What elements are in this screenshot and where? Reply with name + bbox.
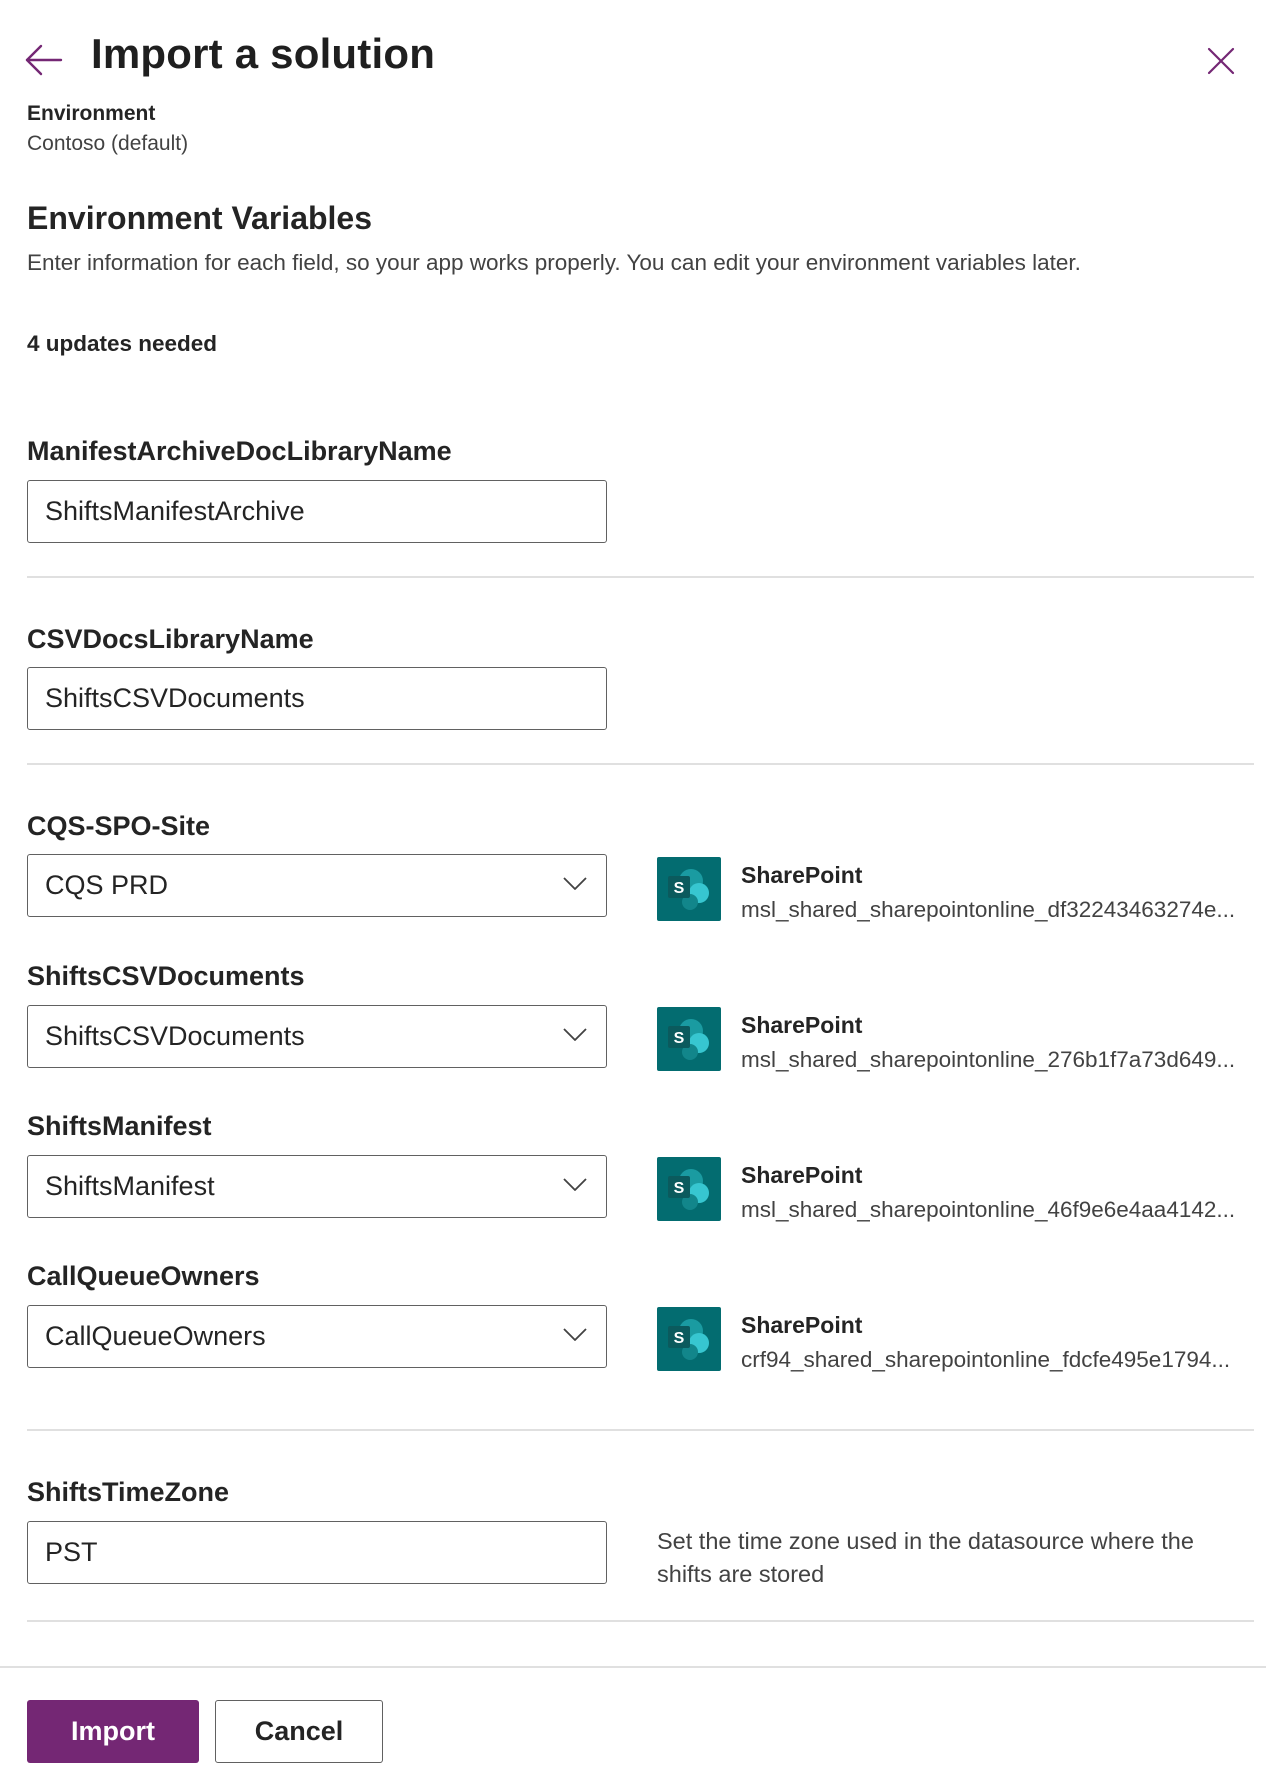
back-arrow-icon[interactable] — [24, 42, 64, 78]
chevron-down-icon — [563, 1178, 587, 1191]
chevron-down-icon — [563, 877, 587, 890]
connection-name: SharePoint — [741, 1312, 863, 1338]
divider — [27, 1620, 1254, 1622]
manifest-archive-input[interactable] — [28, 481, 606, 542]
chevron-down-icon — [563, 1328, 587, 1341]
csv-docs-library-input-box — [27, 667, 607, 730]
sharepoint-icon: S — [657, 1157, 721, 1221]
field-label-shifts-csv-documents: ShiftsCSVDocuments — [27, 961, 305, 991]
sharepoint-icon: S — [657, 1307, 721, 1371]
environment-label: Environment — [27, 102, 156, 125]
connection-name: SharePoint — [741, 862, 863, 888]
close-icon[interactable] — [1204, 44, 1238, 78]
connection-name: SharePoint — [741, 1162, 863, 1188]
dropdown-value: CallQueueOwners — [45, 1321, 266, 1351]
shifts-time-zone-input-box — [27, 1521, 607, 1584]
connection-id: msl_shared_sharepointonline_276b1f7a73d6… — [741, 1047, 1236, 1072]
field-label-csv-docs-library: CSVDocsLibraryName — [27, 624, 314, 654]
connection-id: msl_shared_sharepointonline_df3224346327… — [741, 897, 1236, 922]
divider — [27, 576, 1254, 578]
footer-divider — [0, 1666, 1266, 1668]
chevron-down-icon — [563, 1028, 587, 1041]
dropdown-value: ShiftsCSVDocuments — [45, 1021, 305, 1051]
updates-needed-count: 4 updates needed — [27, 331, 218, 356]
csv-docs-library-input[interactable] — [28, 668, 606, 729]
connection-id: crf94_shared_sharepointonline_fdcfe495e1… — [741, 1347, 1231, 1372]
svg-text:S: S — [674, 1030, 685, 1047]
dropdown-value: ShiftsManifest — [45, 1171, 215, 1201]
field-label-shifts-time-zone: ShiftsTimeZone — [27, 1477, 230, 1507]
connection-id: msl_shared_sharepointonline_46f9e6e4aa41… — [741, 1197, 1236, 1222]
connection-name: SharePoint — [741, 1012, 863, 1038]
divider — [27, 763, 1254, 765]
shifts-manifest-dropdown[interactable]: ShiftsManifest — [27, 1155, 607, 1218]
shifts-time-zone-input[interactable] — [28, 1522, 606, 1583]
section-title: Environment Variables — [27, 200, 373, 236]
import-button[interactable]: Import — [27, 1700, 199, 1763]
cqs-spo-site-dropdown[interactable]: CQS PRD — [27, 854, 607, 917]
time-zone-hint: Set the time zone used in the datasource… — [657, 1528, 1194, 1587]
section-description: Enter information for each field, so you… — [27, 250, 1081, 275]
shifts-csv-documents-dropdown[interactable]: ShiftsCSVDocuments — [27, 1005, 607, 1068]
dropdown-value: CQS PRD — [45, 870, 169, 900]
svg-text:S: S — [674, 1330, 685, 1347]
cancel-button[interactable]: Cancel — [215, 1700, 383, 1763]
divider — [27, 1429, 1254, 1431]
environment-value: Contoso (default) — [27, 132, 189, 155]
sharepoint-icon: S — [657, 1007, 721, 1071]
call-queue-owners-dropdown[interactable]: CallQueueOwners — [27, 1305, 607, 1368]
sharepoint-icon: S — [657, 857, 721, 921]
page-title: Import a solution — [91, 30, 436, 77]
field-label-manifest-archive: ManifestArchiveDocLibraryName — [27, 436, 452, 466]
field-label-call-queue-owners: CallQueueOwners — [27, 1261, 260, 1291]
svg-text:S: S — [674, 1180, 685, 1197]
manifest-archive-input-box — [27, 480, 607, 543]
field-label-shifts-manifest: ShiftsManifest — [27, 1111, 212, 1141]
field-label-cqs-spo-site: CQS-SPO-Site — [27, 811, 211, 841]
svg-text:S: S — [674, 880, 685, 897]
